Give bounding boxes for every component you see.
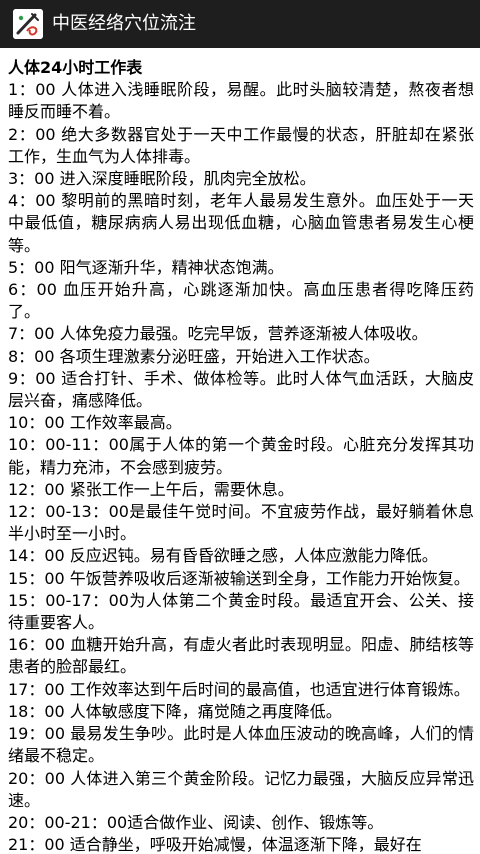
article-content[interactable]: 人体24小时工作表 1：00 人体进入浅睡眠阶段，易醒。此时头脑较清楚，熬夜者想… [0,48,480,854]
entry-1200-1300: 12：00-13：00是最佳午觉时间。不宜疲劳作战，最好躺着休息半小时至一小时。 [8,502,474,544]
article-heading: 人体24小时工作表 [8,58,143,77]
entry-0900: 9：00 适合打针、手术、做体检等。此时人体气血活跃，大脑皮层兴奋，痛感降低。 [8,368,474,411]
entry-list: 1：00 人体进入浅睡眠阶段，易醒。此时头脑较清楚，熬夜者想睡反而睡不着。 2：… [8,79,474,854]
entry-1800: 18：00 人体敏感度下降，痛觉随之再度降低。 [8,701,342,721]
app-title-bar: 中医经络穴位流注 [0,0,480,48]
entry-1000: 10：00 工作效率最高。 [8,413,182,433]
entry-1500: 15：00 午饭营养吸收后逐渐被输送到全身，工作能力开始恢复。 [8,568,470,588]
entry-1400: 14：00 反应迟钝。易有昏昏欲睡之感，人体应激能力降低。 [8,546,438,566]
entry-1700: 17：00 工作效率达到午后时间的最高值，也适宜进行体育锻炼。 [8,679,470,699]
entry-0400: 4：00 黎明前的黑暗时刻，老年人最易发生意外。血压处于一天中最低值，糖尿病病人… [8,191,474,255]
entry-1900: 19：00 最易发生争吵。此时是人体血压波动的晚高峰，人们的情绪最不稳定。 [8,724,474,766]
entry-0600: 6：00 血压开始升高，心跳逐渐加快。高血压患者得吃降压药了。 [8,280,474,322]
entry-1200: 12：00 紧张工作一上午后，需要休息。 [8,479,294,499]
entry-1600: 16：00 血糖开始升高，有虚火者此时表现明显。阳虚、肺结核等患者的脸部最红。 [8,635,474,677]
entry-1000-1100: 10：00-11：00属于人体的第一个黄金时段。心脏充分发挥其功能，精力充沛，不… [8,435,474,477]
app-title: 中医经络穴位流注 [52,13,196,34]
entry-2000-2100: 20：00-21：00适合做作业、阅读、创作、锻炼等。 [8,812,384,832]
entry-0100: 1：00 人体进入浅睡眠阶段，易醒。此时头脑较清楚，熬夜者想睡反而睡不着。 [8,80,474,122]
entry-0300: 3：00 进入深度睡眠阶段，肌肉完全放松。 [8,169,316,189]
entry-1500-1700: 15：00-17：00为人体第二个黄金时段。最适宜开会、公关、接待重要客人。 [8,590,474,633]
entry-0500: 5：00 阳气逐渐升华，精神状态饱满。 [8,257,284,277]
entry-0700: 7：00 人体免疫力最强。吃完早饭，营养逐渐被人体吸收。 [8,324,428,344]
entry-0800: 8：00 各项生理激素分泌旺盛，开始进入工作状态。 [8,346,380,366]
entry-2000: 20：00 人体进入第三个黄金阶段。记忆力最强，大脑反应异常迅速。 [8,768,474,810]
pen-swirl-icon [13,9,43,39]
entry-2100: 21：00 适合静坐，呼吸开始减慢，体温逐渐下降，最好在 [8,835,422,854]
app-logo-icon[interactable] [13,9,43,39]
entry-0200: 2：00 绝大多数器官处于一天中工作最慢的状态，肝脏却在紧张工作，生血气为人体排… [8,124,474,166]
